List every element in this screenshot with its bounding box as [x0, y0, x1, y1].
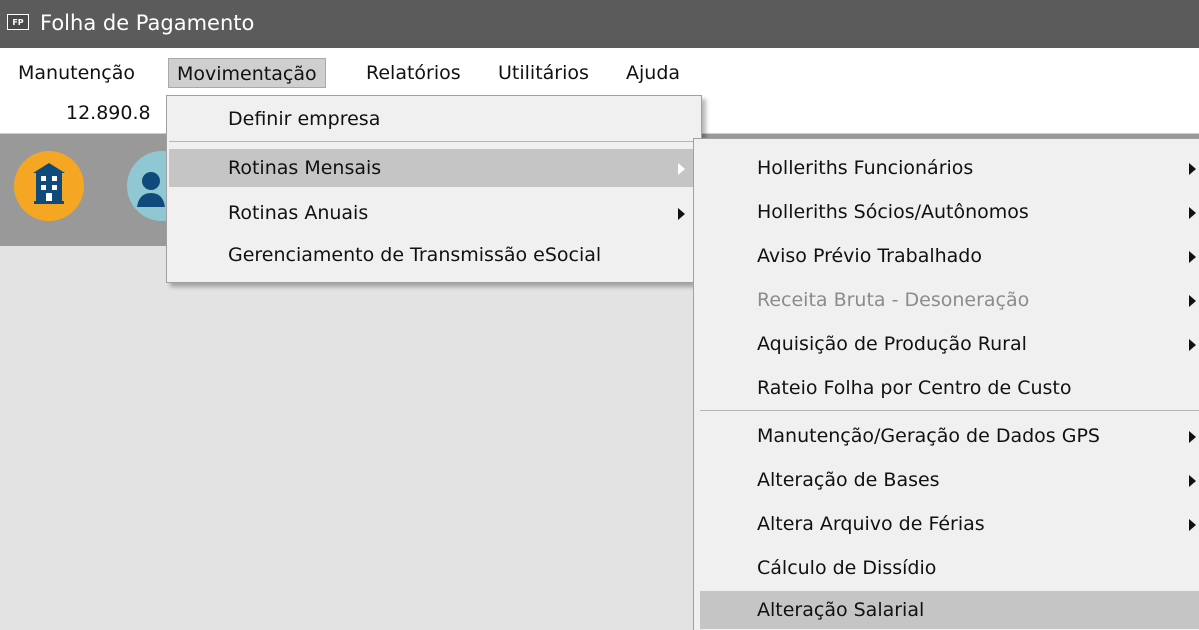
menu-item-label: Rotinas Mensais [228, 157, 382, 179]
app-icon: FP [7, 14, 29, 30]
window-title: Folha de Pagamento [40, 11, 255, 35]
menu-item-rotinas-anuais[interactable]: Rotinas Anuais [169, 194, 699, 232]
submenu-item-aviso-previo[interactable]: Aviso Prévio Trabalhado [700, 237, 1199, 275]
submenu-item-calculo-dissidio[interactable]: Cálculo de Dissídio [700, 549, 1199, 587]
submenu-arrow-icon [1189, 207, 1196, 219]
menu-separator [700, 410, 1199, 411]
menu-item-label: Holleriths Funcionários [757, 157, 974, 179]
menu-utilitarios[interactable]: Utilitários [490, 58, 597, 88]
submenu-arrow-icon [1189, 251, 1196, 263]
company-button[interactable] [14, 151, 84, 221]
menu-item-label: Gerenciamento de Transmissão eSocial [228, 244, 602, 266]
menu-bar: Manutenção Movimentação Relatórios Utili… [0, 48, 1199, 98]
menu-item-label: Manutenção/Geração de Dados GPS [757, 425, 1100, 447]
menu-relatorios[interactable]: Relatórios [358, 58, 469, 88]
menu-item-label: Alteração Salarial [757, 599, 925, 621]
submenu-arrow-icon [1189, 519, 1196, 531]
submenu-arrow-icon [1189, 339, 1196, 351]
title-bar[interactable]: FP Folha de Pagamento [0, 0, 1199, 48]
submenu-item-alteracao-salarial[interactable]: Alteração Salarial [700, 591, 1199, 629]
menu-manutencao[interactable]: Manutenção [10, 58, 143, 88]
submenu-item-receita-bruta[interactable]: Receita Bruta - Desoneração [700, 281, 1199, 319]
menu-item-label: Cálculo de Dissídio [757, 557, 937, 579]
menu-item-label: Alteração de Bases [757, 469, 940, 491]
menu-item-label: Holleriths Sócios/Autônomos [757, 201, 1029, 223]
menu-movimentacao[interactable]: Movimentação [168, 58, 326, 88]
rotinas-mensais-submenu: Holleriths Funcionários Holleriths Sócio… [693, 138, 1199, 630]
menu-item-label: Receita Bruta - Desoneração [757, 289, 1030, 311]
submenu-item-rateio-folha[interactable]: Rateio Folha por Centro de Custo [700, 369, 1199, 407]
submenu-item-holleriths-funcionarios[interactable]: Holleriths Funcionários [700, 149, 1199, 187]
menu-item-label: Definir empresa [228, 108, 381, 130]
submenu-arrow-icon [1189, 475, 1196, 487]
menu-separator [169, 141, 699, 142]
submenu-arrow-icon [678, 163, 685, 175]
company-cnpj: 12.890.8 [66, 102, 151, 124]
application-window: FP Folha de Pagamento Manutenção Movimen… [0, 0, 1199, 630]
menu-item-gerenciamento-esocial[interactable]: Gerenciamento de Transmissão eSocial [169, 236, 699, 274]
submenu-item-alteracao-bases[interactable]: Alteração de Bases [700, 461, 1199, 499]
menu-item-label: Aquisição de Produção Rural [757, 333, 1027, 355]
menu-item-label: Altera Arquivo de Férias [757, 513, 985, 535]
submenu-item-holleriths-socios[interactable]: Holleriths Sócios/Autônomos [700, 193, 1199, 231]
movimentacao-dropdown: Definir empresa Rotinas Mensais Rotinas … [166, 95, 702, 283]
menu-item-label: Aviso Prévio Trabalhado [757, 245, 982, 267]
submenu-item-aquisicao-producao-rural[interactable]: Aquisição de Produção Rural [700, 325, 1199, 363]
menu-item-rotinas-mensais[interactable]: Rotinas Mensais [169, 149, 699, 187]
submenu-item-dados-gps[interactable]: Manutenção/Geração de Dados GPS [700, 417, 1199, 455]
menu-item-label: Rateio Folha por Centro de Custo [757, 377, 1072, 399]
submenu-arrow-icon [1189, 431, 1196, 443]
submenu-arrow-icon [678, 208, 685, 220]
menu-ajuda[interactable]: Ajuda [618, 58, 688, 88]
submenu-item-arquivo-ferias[interactable]: Altera Arquivo de Férias [700, 505, 1199, 543]
submenu-arrow-icon [1189, 163, 1196, 175]
menu-item-definir-empresa[interactable]: Definir empresa [169, 100, 699, 138]
building-icon [33, 163, 65, 204]
submenu-arrow-icon [1189, 295, 1196, 307]
menu-item-label: Rotinas Anuais [228, 202, 369, 224]
